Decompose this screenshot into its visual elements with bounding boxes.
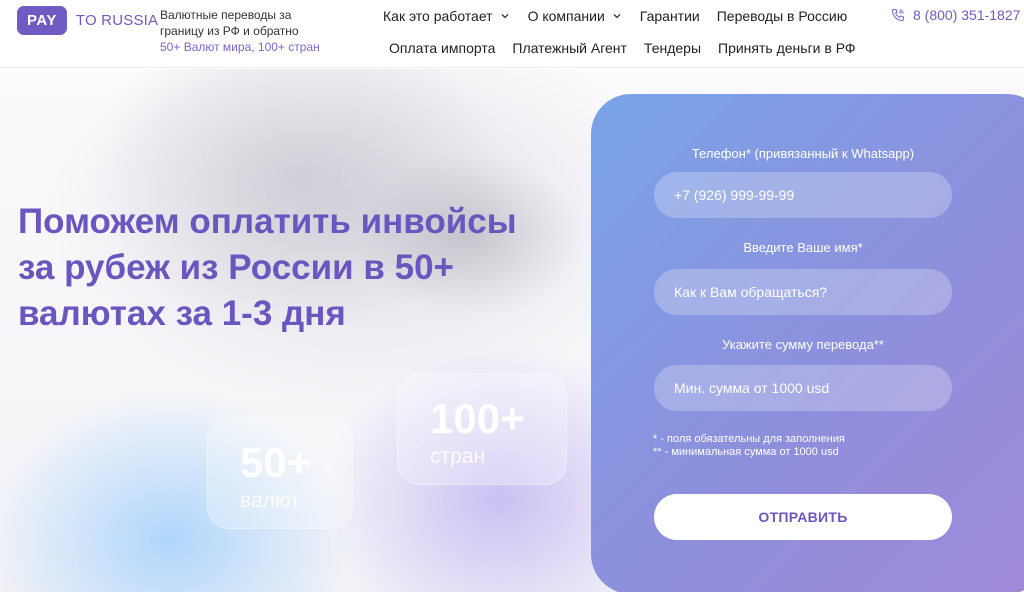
hero-title: Поможем оплатить инвойсы за рубеж из Рос… [18, 202, 517, 333]
nav-label: Гарантии [639, 8, 700, 24]
nav-about-company[interactable]: О компании [528, 8, 623, 24]
nav-tenders[interactable]: Тендеры [644, 40, 701, 56]
name-field-label: Введите Ваше имя* [743, 240, 863, 255]
chevron-down-icon [499, 10, 511, 22]
nav-guarantees[interactable]: Гарантии [640, 8, 700, 24]
nav-label: Принять деньги в РФ [718, 40, 856, 56]
submit-button[interactable]: ОТПРАВИТЬ [654, 494, 952, 540]
main-nav-row-1: Как это работает О компании Гарантии Пер… [383, 8, 864, 24]
nav-label: Переводы в Россию [716, 8, 848, 24]
nav-label: Оплата импорта [389, 40, 496, 56]
request-form: Телефон* (привязанный к Whatsapp) Введит… [591, 94, 1024, 592]
hero-section: Поможем оплатить инвойсы за рубеж из Рос… [0, 69, 1024, 592]
phone-icon [891, 8, 905, 22]
amount-field-label: Укажите сумму перевода** [722, 337, 884, 352]
nav-import-payment[interactable]: Оплата импорта [389, 40, 495, 56]
header-tagline-sub: 50+ Валют мира, 100+ стран [160, 40, 320, 54]
stat-card-currencies: 50+ валют [207, 417, 353, 529]
chevron-down-icon [611, 10, 623, 22]
stat-card-countries: 100+ стран [397, 373, 567, 485]
stat-label: валют [240, 489, 300, 512]
logo[interactable]: PAY TO RUSSIA [17, 6, 158, 35]
nav-label: Как это работает [383, 8, 493, 24]
name-input[interactable] [654, 269, 952, 315]
nav-label: О компании [527, 8, 605, 24]
required-fields-note: * - поля обязательны для заполнения [653, 433, 845, 445]
stat-number: 50+ [240, 439, 312, 486]
nav-label: Платежный Агент [512, 40, 627, 56]
nav-how-it-works[interactable]: Как это работает [383, 8, 511, 24]
nav-label: Тендеры [643, 40, 702, 56]
phone-field-label: Телефон* (привязанный к Whatsapp) [691, 146, 915, 161]
stat-label: стран [430, 445, 486, 468]
nav-transfers-to-russia[interactable]: Переводы в Россию [717, 8, 847, 24]
logo-text: TO RUSSIA [75, 12, 159, 29]
header-phone-link[interactable]: 8 (800) 351-1827 [891, 7, 1020, 23]
stat-number: 100+ [430, 395, 525, 442]
main-nav-row-2: Оплата импорта Платежный Агент Тендеры П… [389, 40, 873, 56]
nav-payment-agent[interactable]: Платежный Агент [512, 40, 627, 56]
phone-number: 8 (800) 351-1827 [913, 7, 1021, 23]
phone-input[interactable] [654, 172, 952, 218]
min-amount-note: ** - минимальная сумма от 1000 usd [653, 446, 839, 458]
nav-receive-money[interactable]: Принять деньги в РФ [718, 40, 856, 56]
logo-pay: PAY [17, 6, 67, 35]
amount-input[interactable] [654, 365, 952, 411]
header-tagline: Валютные переводы за границу из РФ и обр… [160, 8, 299, 38]
site-header: PAY TO RUSSIA Валютные переводы за грани… [0, 0, 1024, 68]
